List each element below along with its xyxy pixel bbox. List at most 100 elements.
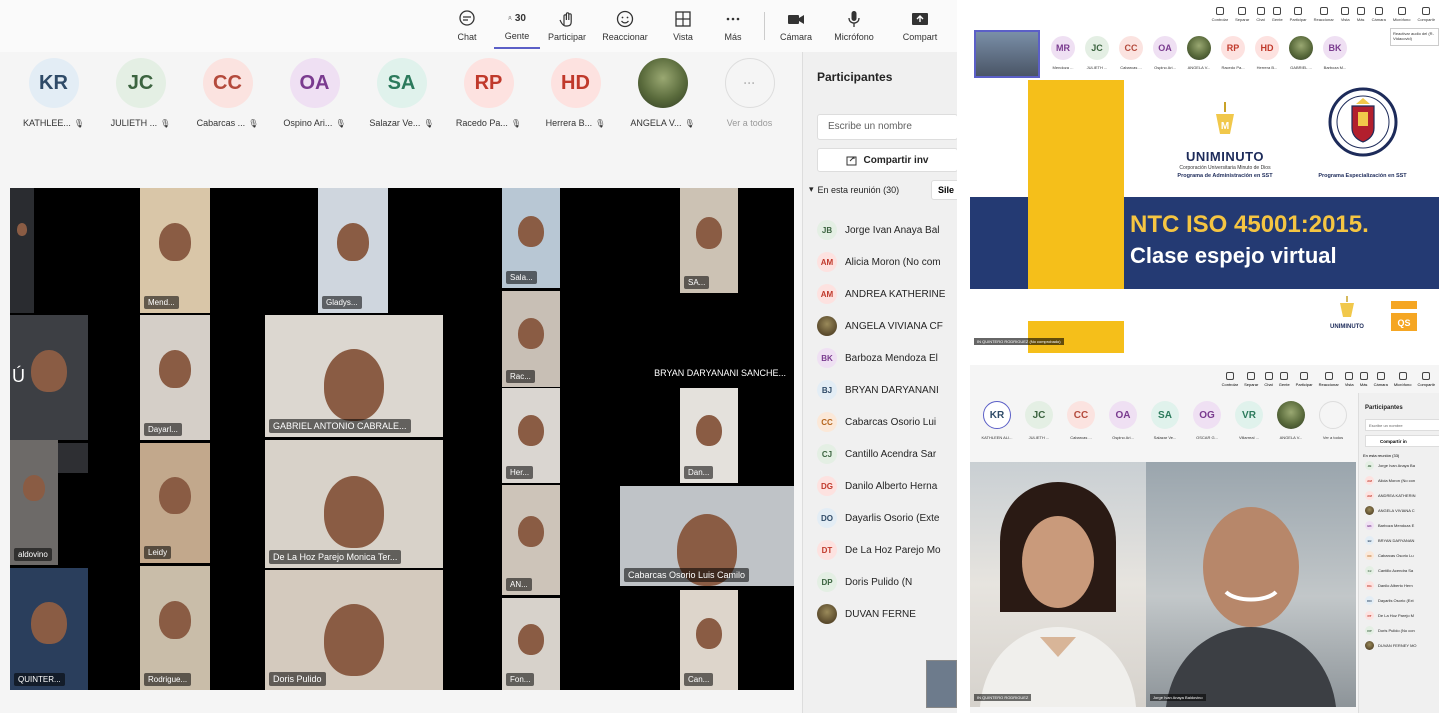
participant-video-tile[interactable]: Cabarcas Osorio Luis Camilo [620, 486, 794, 586]
view-all-button[interactable]: ··· Ver a todos [706, 58, 793, 128]
strip-participant[interactable]: KR KATHLEE... 🎙 [10, 58, 97, 128]
mini-participant-item[interactable]: DO Dayarlis Osorio (Ext [1365, 593, 1439, 608]
mic-button[interactable]: Micrófono [823, 3, 885, 49]
mini-strip-participant-2[interactable]: KR KATHLEEN ALI... [976, 395, 1018, 440]
react-button[interactable]: Reaccionar [594, 3, 656, 49]
participant-list-item[interactable]: CJ Cantillo Acendra Sar [817, 438, 957, 470]
mini-toolbar-button[interactable]: Micrófono [1394, 371, 1411, 387]
mini-strip-participant-2[interactable]: SA Salazar Ve... [1144, 395, 1186, 440]
mini-strip-participant-2[interactable]: JC JULIETH ... [1018, 395, 1060, 440]
mini-toolbar-button[interactable]: Cámara [1372, 6, 1386, 22]
self-view-thumbnail[interactable] [926, 660, 957, 708]
mini-participant-item[interactable]: DT De La Hoz Parejo M [1365, 608, 1439, 623]
share-invite-button[interactable]: Compartir inv [817, 148, 957, 172]
mini-participant-item[interactable]: ANGELA VIVIANA C [1365, 503, 1439, 518]
participant-video-tile[interactable]: Sala... [502, 188, 560, 288]
mini-participant-item[interactable]: JB Jorge Ivan Anaya Ba [1365, 458, 1439, 473]
mini-toolbar-button[interactable]: Reaccionar [1314, 6, 1334, 22]
mini-strip-participant-2[interactable]: ANGELA V... [1270, 395, 1312, 440]
participant-list-item[interactable]: BK Barboza Mendoza El [817, 342, 957, 374]
mini-strip-participant-2[interactable]: OG OSCAR G... [1186, 395, 1228, 440]
participant-list-item[interactable]: JB Jorge Ivan Anaya Bal [817, 214, 957, 246]
mini-toolbar-button[interactable]: Gente [1272, 6, 1283, 22]
mini-toolbar-button[interactable]: Gente [1279, 371, 1290, 387]
more-button[interactable]: Más [710, 3, 756, 49]
mini-toolbar-button[interactable]: Chat [1256, 6, 1265, 22]
participant-video-tile[interactable]: Doris Pulido [265, 570, 443, 690]
mini-toolbar-button[interactable]: Compartir [1417, 6, 1435, 22]
speaker-video-man[interactable]: Jorge Ivan Anaya Baldovino [1146, 462, 1356, 707]
participant-list-item[interactable]: DG Danilo Alberto Herna [817, 470, 957, 502]
participant-video-tile[interactable]: SA... [680, 188, 738, 293]
mini-participant-item[interactable]: BK Barboza Mendoza E [1365, 518, 1439, 533]
mini-strip-participant-2[interactable]: OA Ospino Ari... [1102, 395, 1144, 440]
mini-strip-participant[interactable]: GABRIEL ... [1284, 30, 1318, 70]
mini-toolbar-button[interactable]: Vista [1341, 6, 1350, 22]
raise-hand-button[interactable]: Participar [544, 3, 590, 49]
participant-list-item[interactable]: DUVAN FERNE [817, 598, 957, 630]
mini-strip-participant-2[interactable]: CC Cabarcas ... [1060, 395, 1102, 440]
strip-participant[interactable]: HD Herrera B... 🎙 [532, 58, 619, 128]
participant-video-tile[interactable]: Rodrigue... [140, 566, 210, 690]
view-button[interactable]: Vista [660, 3, 706, 49]
mini-participant-item[interactable]: CJ Cantillo Acendra Sa [1365, 563, 1439, 578]
mini-toolbar-button[interactable]: Cámara [1374, 371, 1388, 387]
mini-toolbar-button[interactable]: Participar [1290, 6, 1307, 22]
participant-video-tile[interactable]: Dan... [680, 388, 738, 483]
participant-list-item[interactable]: BJ BRYAN DARYANANI [817, 374, 957, 406]
mini-participant-item[interactable]: CC Cabarcas Osorio Lu [1365, 548, 1439, 563]
mini-strip-participant[interactable]: OA Ospino Ari... [1148, 30, 1182, 70]
mini-toolbar-button[interactable]: Vista [1345, 371, 1354, 387]
mini-toolbar-button[interactable]: Controlar [1212, 6, 1228, 22]
share-button[interactable]: Compart [889, 3, 951, 49]
participant-video-tile[interactable]: AN... [502, 485, 560, 595]
mini-share-button[interactable]: Compartir in [1365, 435, 1439, 447]
mini-toolbar-button[interactable]: Separar [1235, 6, 1249, 22]
unmute-popup[interactable]: Reactivar audio del (R-Vtdacovid) [1390, 28, 1439, 46]
mini-participant-item[interactable]: BJ BRYAN DARYANAN [1365, 533, 1439, 548]
participant-video-tile[interactable]: Mend... [140, 188, 210, 313]
strip-participant[interactable]: RP Racedo Pa... 🎙 [445, 58, 532, 128]
mini-toolbar-button[interactable]: Controlar [1222, 371, 1238, 387]
camera-button[interactable]: Cámara [773, 3, 819, 49]
mute-all-button[interactable]: Sile [931, 180, 957, 200]
strip-participant[interactable]: SA Salazar Ve... 🎙 [358, 58, 445, 128]
participant-list-item[interactable]: DT De La Hoz Parejo Mo [817, 534, 957, 566]
mini-strip-participant[interactable]: JC JULIETH ... [1080, 30, 1114, 70]
mini-strip-participant[interactable]: MR Mendoza ... [1046, 30, 1080, 70]
in-meeting-section-header[interactable]: ▾ En esta reunión (30) [809, 184, 899, 195]
participant-list-item[interactable]: DO Dayarlis Osorio (Exte [817, 502, 957, 534]
participant-video-tile[interactable]: aldovino [10, 440, 58, 565]
participant-list-item[interactable]: CC Cabarcas Osorio Lui [817, 406, 957, 438]
mini-participant-item[interactable]: DP Doris Pulido (No con [1365, 623, 1439, 638]
participant-video-tile[interactable] [10, 188, 34, 313]
mini-toolbar-button[interactable]: Micrófono [1393, 6, 1410, 22]
participant-video-tile[interactable]: Can... [680, 590, 738, 690]
participant-search-input[interactable]: Escribe un nombre [817, 114, 957, 140]
mini-participant-item[interactable]: DUVAN FERNEY MO [1365, 638, 1439, 653]
mini-toolbar-button[interactable]: Chat [1264, 371, 1273, 387]
participant-video-tile[interactable]: Rac... [502, 291, 560, 387]
mini-strip-participant[interactable]: HD Herrera B... [1250, 30, 1284, 70]
mini-toolbar-button[interactable]: Más [1359, 371, 1368, 387]
mini-strip-participant[interactable]: CC Cabarcas ... [1114, 30, 1148, 70]
participant-video-tile[interactable]: Leidy [140, 443, 210, 563]
participant-video-tile[interactable]: De La Hoz Parejo Monica Ter... [265, 440, 443, 568]
strip-participant[interactable]: JC JULIETH ... 🎙 [97, 58, 184, 128]
mini-strip-participant-2[interactable]: Ver a todos [1312, 395, 1354, 440]
participant-video-tile[interactable]: GABRIEL ANTONIO CABRALE... [265, 315, 443, 437]
mini-toolbar-button[interactable]: Reaccionar [1319, 371, 1339, 387]
participant-video-tile[interactable]: Her... [502, 388, 560, 483]
chat-button[interactable]: Chat [444, 3, 490, 49]
participant-video-tile[interactable]: Fon... [502, 598, 560, 690]
participant-list-item[interactable]: AM Alicia Moron (No com [817, 246, 957, 278]
participant-list-item[interactable]: ANGELA VIVIANA CF [817, 310, 957, 342]
mini-strip-participant-2[interactable]: VR Villarreal ... [1228, 395, 1270, 440]
participant-video-tile[interactable]: BRYAN DARYANANI SANCHE... [620, 348, 794, 388]
presenter-camera[interactable] [974, 30, 1040, 78]
mini-toolbar-button[interactable]: Participar [1296, 371, 1313, 387]
participant-video-tile[interactable]: QUINTER... [10, 568, 88, 690]
people-button[interactable]: 30 Gente [494, 3, 540, 49]
mini-participant-item[interactable]: AM ANDREA KATHERIN [1365, 488, 1439, 503]
strip-participant[interactable]: CC Cabarcas ... 🎙 [184, 58, 271, 128]
